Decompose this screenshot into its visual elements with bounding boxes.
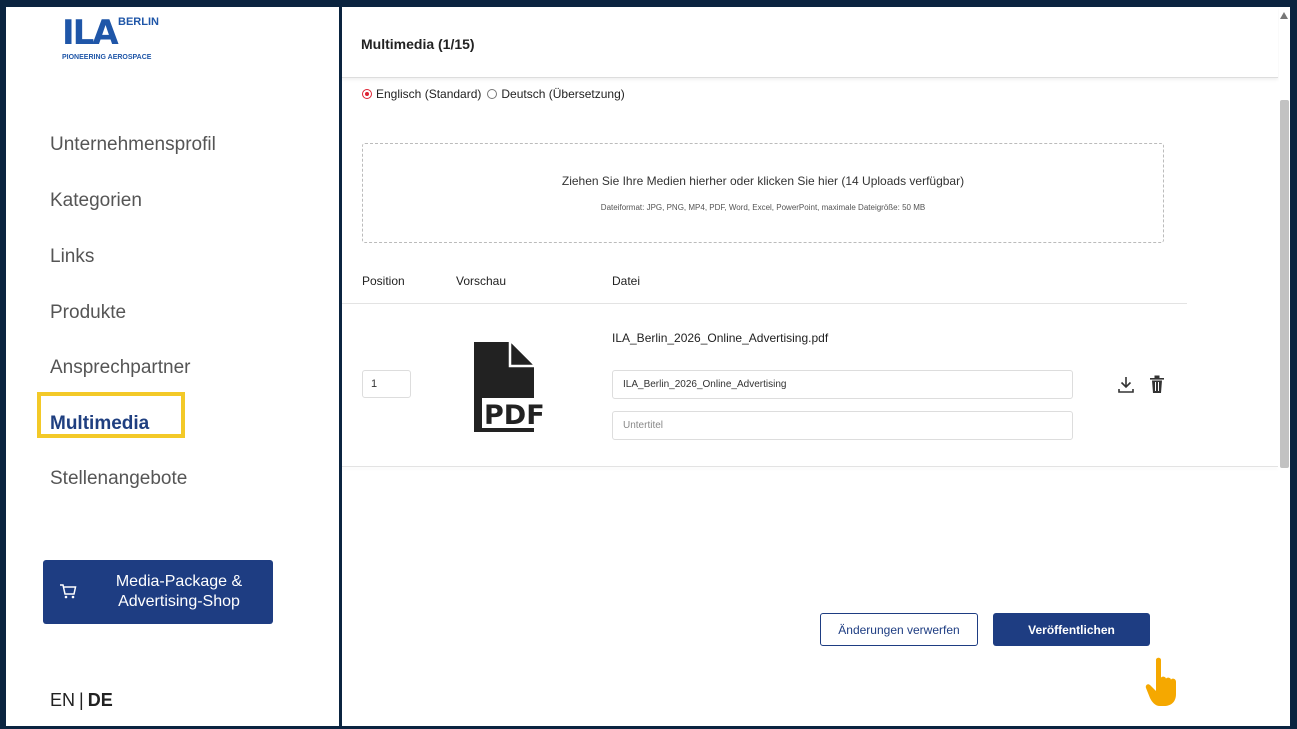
- cart-icon: [60, 584, 77, 599]
- table-header-divider: [342, 303, 1187, 304]
- file-title-input[interactable]: [612, 370, 1073, 399]
- radio-englisch[interactable]: Englisch (Standard): [362, 87, 481, 101]
- window-frame-right: [1290, 0, 1297, 729]
- sidebar-item-stellenangebote[interactable]: Stellenangebote: [50, 468, 187, 490]
- pdf-icon-label: PDF: [484, 400, 545, 431]
- language-radio-group: Englisch (Standard) Deutsch (Übersetzung…: [362, 87, 631, 101]
- lang-en-link[interactable]: EN: [50, 690, 75, 710]
- main-header: [342, 7, 1278, 78]
- download-icon[interactable]: [1117, 373, 1135, 395]
- pdf-file-icon: PDF: [474, 342, 550, 432]
- sidebar-item-unternehmensprofil[interactable]: Unternehmensprofil: [50, 134, 216, 156]
- publish-button[interactable]: Veröffentlichen: [993, 613, 1150, 646]
- sidebar-item-kategorien[interactable]: Kategorien: [50, 190, 142, 212]
- discard-changes-button[interactable]: Änderungen verwerfen: [820, 613, 978, 646]
- logo-city-text: BERLIN: [118, 16, 159, 28]
- shop-button-line1: Media-Package &: [115, 573, 243, 590]
- scrollbar-thumb[interactable]: [1280, 100, 1289, 468]
- media-dropzone[interactable]: Ziehen Sie Ihre Medien hierher oder klic…: [362, 143, 1164, 243]
- page-title: Multimedia (1/15): [361, 36, 475, 52]
- sidebar-item-ansprechpartner[interactable]: Ansprechpartner: [50, 357, 190, 379]
- shop-button-label: Media-Package & Advertising-Shop: [89, 572, 269, 612]
- radio-englisch-label: Englisch (Standard): [376, 87, 482, 101]
- file-name: ILA_Berlin_2026_Online_Advertising.pdf: [612, 331, 829, 345]
- radio-unselected-icon: [487, 89, 498, 99]
- window-frame-left: [0, 0, 6, 729]
- dropzone-main-text: Ziehen Sie Ihre Medien hierher oder klic…: [561, 174, 965, 188]
- sidebar-item-produkte[interactable]: Produkte: [50, 302, 126, 324]
- lang-de-link[interactable]: DE: [88, 690, 113, 710]
- active-item-highlight: [37, 392, 185, 438]
- column-header-preview: Vorschau: [456, 274, 507, 288]
- table-row-divider: [342, 466, 1278, 467]
- position-input[interactable]: [362, 370, 411, 398]
- lang-separator: |: [79, 690, 84, 710]
- window-frame-top: [0, 0, 1297, 7]
- logo-main-text: ILA: [62, 13, 119, 53]
- radio-selected-icon: [362, 89, 372, 99]
- column-header-file: Datei: [612, 274, 641, 288]
- file-subtitle-input[interactable]: [612, 411, 1073, 440]
- language-switch: EN | DE: [50, 690, 113, 711]
- column-header-position: Position: [362, 274, 405, 288]
- logo-tagline: PIONEERING AEROSPACE: [62, 54, 152, 61]
- media-package-shop-button[interactable]: Media-Package & Advertising-Shop: [43, 560, 273, 624]
- radio-deutsch[interactable]: Deutsch (Übersetzung): [487, 87, 625, 101]
- sidebar-item-links[interactable]: Links: [50, 246, 94, 268]
- dropzone-sub-text: Dateiformat: JPG, PNG, MP4, PDF, Word, E…: [600, 203, 926, 212]
- radio-deutsch-label: Deutsch (Übersetzung): [501, 87, 625, 101]
- scroll-up-arrow-icon[interactable]: [1280, 12, 1288, 19]
- shop-button-line2: Advertising-Shop: [118, 593, 240, 610]
- pointer-hand-icon: [1145, 657, 1176, 706]
- trash-icon[interactable]: [1148, 373, 1166, 395]
- ila-logo[interactable]: ILA BERLIN PIONEERING AEROSPACE: [62, 16, 182, 66]
- sidebar-divider: [339, 0, 342, 729]
